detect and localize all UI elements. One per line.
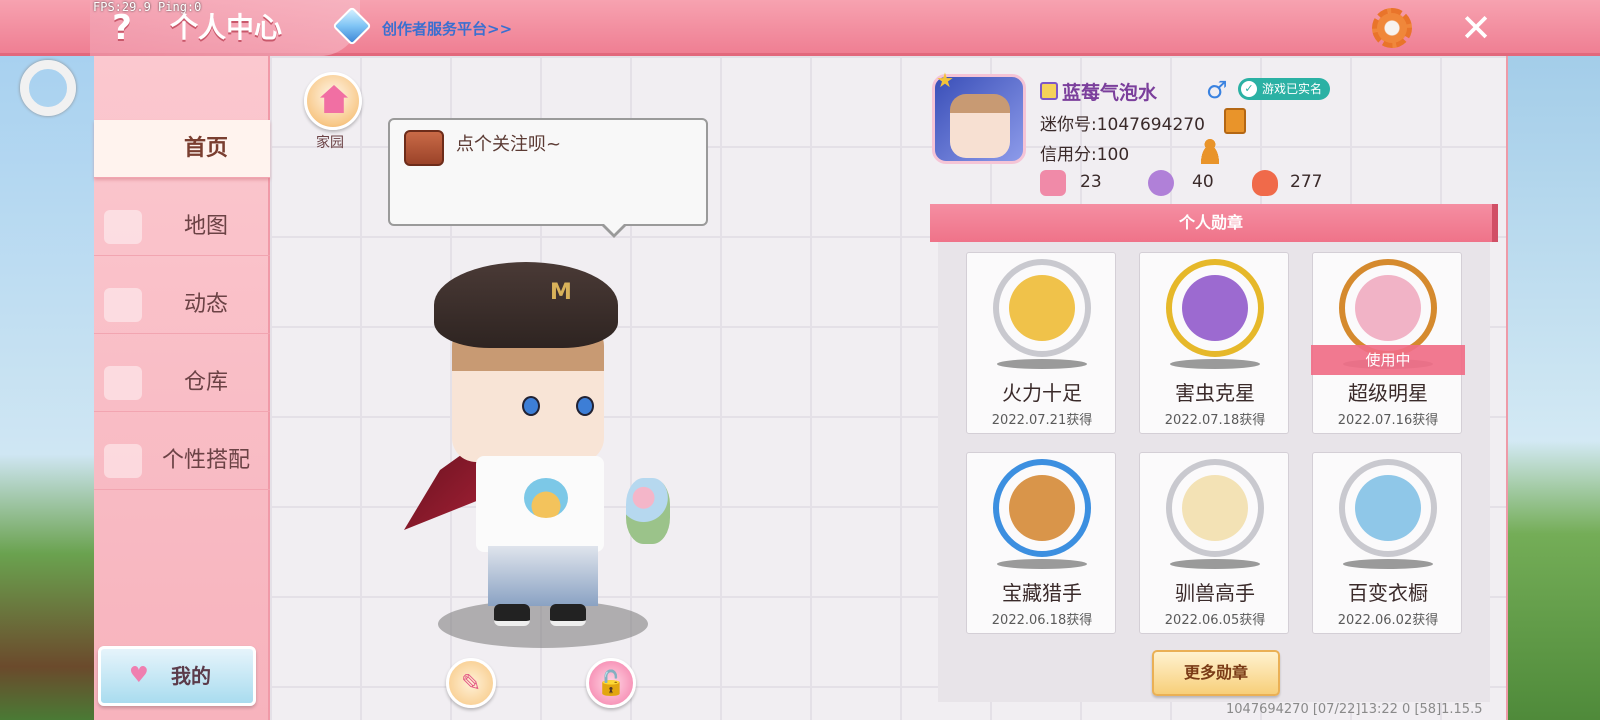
badge-date: 2022.07.16获得 — [1337, 413, 1439, 428]
badge-card[interactable]: 害虫克星 2022.07.18获得 — [1139, 252, 1289, 434]
person-icon[interactable] — [1196, 136, 1224, 164]
sidebar-item-label: 地图 — [183, 214, 228, 239]
badge-section-header: 个人勋章 — [930, 204, 1498, 242]
creator-platform-link[interactable]: 创作者服务平台>> — [382, 18, 512, 39]
hat-letter: M — [550, 280, 572, 305]
heart-icon: ♥ — [129, 663, 149, 688]
verified-badge: ✓ 游戏已实名 — [1238, 78, 1331, 100]
copy-icon[interactable] — [1224, 108, 1246, 134]
my-button[interactable]: ♥ 我的 — [98, 646, 256, 706]
badge-name: 百变衣橱 — [1348, 581, 1428, 605]
male-icon: ♂ — [1206, 76, 1228, 104]
badge-card[interactable]: 宝藏猎手 2022.06.18获得 — [966, 452, 1116, 634]
badge-stand — [1170, 559, 1260, 569]
badge-date: 2022.06.02获得 — [1337, 613, 1439, 628]
character-shoe-right — [550, 604, 586, 626]
badge-name: 超级明星 — [1348, 381, 1428, 405]
badge-card[interactable]: 驯兽高手 2022.06.05获得 — [1139, 452, 1289, 634]
stat-value: 40 — [1192, 172, 1214, 192]
in-use-tag: 使用中 — [1311, 345, 1465, 375]
my-button-label: 我的 — [171, 664, 211, 688]
version-info: 1047694270 [07/22]13:22 0 [58]1.15.5 — [1226, 702, 1483, 717]
badge-card[interactable]: 火力十足 2022.07.21获得 — [966, 252, 1116, 434]
badge-name: 驯兽高手 — [1175, 581, 1255, 605]
gear-icon[interactable] — [1372, 8, 1412, 48]
badge-stand — [1170, 359, 1260, 369]
sidebar-item-map[interactable]: 地图 — [94, 198, 270, 256]
bubble-tail-inner — [602, 222, 626, 234]
sidebar-item-label: 仓库 — [183, 370, 228, 395]
badge-stand — [1343, 559, 1433, 569]
avatar-face — [950, 94, 1010, 158]
character-shadow — [438, 600, 648, 648]
cheer-icon — [1148, 170, 1174, 196]
credit-score: 信用分:100 — [1040, 145, 1130, 165]
sidebar-item-label: 首页 — [183, 136, 228, 161]
sidebar-item-warehouse[interactable]: 仓库 — [94, 354, 270, 412]
more-badges-button[interactable]: 更多勋章 — [1152, 650, 1280, 696]
page-title: 个人中心 — [170, 11, 283, 44]
character-hat — [434, 262, 618, 348]
character-eye-left — [522, 396, 540, 416]
warehouse-icon — [104, 366, 142, 400]
greeting-emoji-icon — [404, 130, 444, 166]
plus-card-icon — [1040, 170, 1066, 196]
vip-icon — [1040, 82, 1058, 100]
close-icon[interactable]: ✕ — [1456, 4, 1496, 52]
badge-name: 火力十足 — [1002, 381, 1082, 405]
crown-icon: ★ — [936, 68, 954, 92]
badge-medal-icon — [993, 259, 1091, 357]
badge-stand — [997, 559, 1087, 569]
badge-medal-icon — [1166, 259, 1264, 357]
character-pants — [488, 546, 598, 606]
background-scenery-right — [1508, 56, 1600, 720]
bubble-text: 点个关注呗~ — [456, 134, 562, 155]
stat-value: 277 — [1290, 172, 1323, 192]
badge-medal-icon — [1339, 459, 1437, 557]
flower-bouquet — [626, 478, 670, 544]
character-eye-right — [576, 396, 594, 416]
badge-date: 2022.07.21获得 — [991, 413, 1093, 428]
mini-id: 迷你号:1047694270 — [1040, 115, 1205, 135]
help-icon[interactable]: ? — [104, 8, 140, 48]
badge-date: 2022.07.18获得 — [1164, 413, 1266, 428]
home-button[interactable] — [304, 72, 362, 130]
unlock-button[interactable]: 🔓 — [586, 658, 636, 708]
flame-icon — [1252, 170, 1278, 196]
badge-card[interactable]: 使用中 超级明星 2022.07.16获得 — [1311, 252, 1465, 434]
badge-name: 害虫克星 — [1175, 381, 1255, 405]
sidebar: 首页 地图 动态 仓库 个性搭配 — [94, 56, 270, 720]
badge-card[interactable]: 百变衣橱 2022.06.02获得 — [1312, 452, 1462, 634]
badge-date: 2022.06.18获得 — [991, 613, 1093, 628]
badge-date: 2022.06.05获得 — [1164, 613, 1266, 628]
edit-button[interactable]: ✎ — [446, 658, 496, 708]
home-label: 家园 — [316, 135, 344, 151]
badge-name: 宝藏猎手 — [1002, 581, 1082, 605]
nickname: 蓝莓气泡水 — [1062, 82, 1158, 104]
bell-icon — [104, 288, 142, 322]
map-icon — [104, 210, 142, 244]
badge-medal-icon — [1166, 459, 1264, 557]
sidebar-item-label: 动态 — [183, 292, 228, 317]
sidebar-item-home[interactable]: 首页 — [94, 120, 270, 178]
badge-medal-icon — [1339, 259, 1437, 357]
stat-value: 23 — [1080, 172, 1102, 192]
background-scenery-left — [0, 56, 94, 720]
sidebar-item-label: 个性搭配 — [161, 448, 250, 473]
house-icon — [320, 85, 348, 113]
badge-stand — [997, 359, 1087, 369]
shirt-island-print — [524, 478, 568, 518]
verified-check-icon: ✓ — [1241, 81, 1257, 97]
character-shoe-left — [494, 604, 530, 626]
verified-label: 游戏已实名 — [1262, 82, 1323, 96]
sidebar-item-feed[interactable]: 动态 — [94, 276, 270, 334]
sidebar-item-outfit[interactable]: 个性搭配 — [94, 432, 270, 490]
outfit-icon — [104, 444, 142, 478]
record-icon[interactable] — [20, 60, 76, 116]
badge-medal-icon — [993, 459, 1091, 557]
